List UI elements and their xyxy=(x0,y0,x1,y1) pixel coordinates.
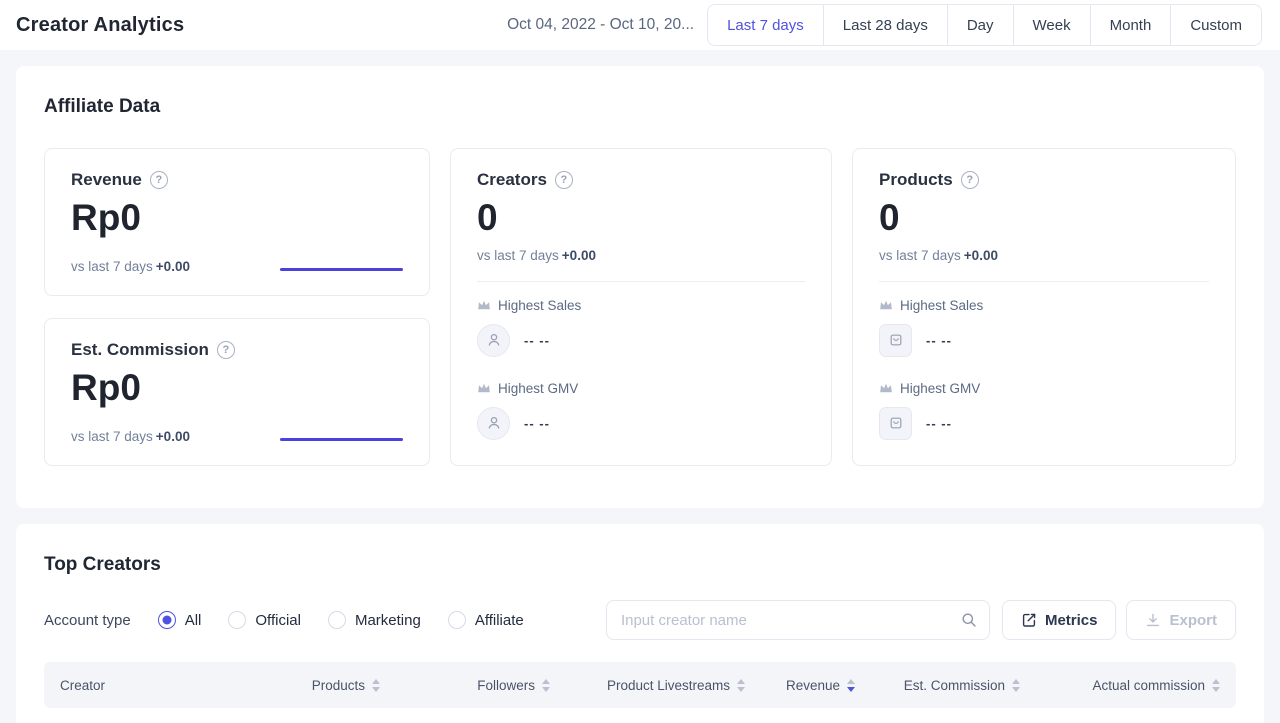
column-header-actual-commission[interactable]: Actual commission xyxy=(1036,678,1236,693)
highest-gmv-value: -- -- xyxy=(926,416,952,431)
top-creators-title: Top Creators xyxy=(44,554,1236,576)
divider xyxy=(477,281,805,282)
creators-value: 0 xyxy=(477,198,805,239)
product-thumbnail xyxy=(879,324,912,357)
download-icon xyxy=(1145,612,1161,628)
highest-sales-value: -- -- xyxy=(524,333,550,348)
account-type-official[interactable]: Official xyxy=(228,611,301,629)
search-icon xyxy=(961,612,977,628)
date-range[interactable]: Oct 04, 2022 - Oct 10, 20... xyxy=(507,16,694,34)
revenue-compare: vs last 7 days+0.00 xyxy=(71,259,190,274)
help-icon[interactable]: ? xyxy=(961,171,979,189)
left-card-column: Revenue ? Rp0 vs last 7 days+0.00 Est. C… xyxy=(44,148,430,466)
revenue-card: Revenue ? Rp0 vs last 7 days+0.00 xyxy=(44,148,430,296)
top-creators-panel: Top Creators Account type All Official M… xyxy=(16,524,1264,723)
highest-sales-value: -- -- xyxy=(926,333,952,348)
person-icon xyxy=(486,332,502,348)
account-type-marketing[interactable]: Marketing xyxy=(328,611,421,629)
divider xyxy=(879,281,1209,282)
sort-icon-active-desc[interactable] xyxy=(847,679,855,692)
creators-card-title: Creators xyxy=(477,170,547,190)
person-icon xyxy=(486,415,502,431)
radio-button[interactable] xyxy=(158,611,176,629)
crown-icon xyxy=(477,299,491,311)
affiliate-cards: Revenue ? Rp0 vs last 7 days+0.00 Est. C… xyxy=(44,148,1236,466)
sort-icon[interactable] xyxy=(372,679,380,692)
highest-sales-row: -- -- xyxy=(879,324,1209,357)
highest-gmv-label-row: Highest GMV xyxy=(879,381,1209,396)
period-month[interactable]: Month xyxy=(1090,5,1171,45)
revenue-sparkline xyxy=(280,268,403,271)
help-icon[interactable]: ? xyxy=(555,171,573,189)
help-icon[interactable]: ? xyxy=(217,341,235,359)
products-card-title: Products xyxy=(879,170,953,190)
period-last-28-days[interactable]: Last 28 days xyxy=(823,5,947,45)
highest-gmv-row: -- -- xyxy=(477,407,805,440)
products-value: 0 xyxy=(879,198,1209,239)
creator-avatar xyxy=(477,324,510,357)
account-type-affiliate[interactable]: Affiliate xyxy=(448,611,524,629)
highest-gmv-value: -- -- xyxy=(524,416,550,431)
shopping-bag-icon xyxy=(888,332,904,348)
column-header-product-livestreams[interactable]: Product Livestreams xyxy=(566,678,761,693)
est-commission-sparkline xyxy=(280,438,403,441)
account-type-all[interactable]: All xyxy=(158,611,202,629)
sort-icon[interactable] xyxy=(737,679,745,692)
search-input[interactable] xyxy=(606,600,990,640)
radio-button[interactable] xyxy=(228,611,246,629)
affiliate-data-panel: Affiliate Data Revenue ? Rp0 vs last 7 d… xyxy=(16,66,1264,508)
top-creators-controls: Account type All Official Marketing Affi… xyxy=(44,600,1236,640)
period-day[interactable]: Day xyxy=(947,5,1013,45)
creators-compare: vs last 7 days+0.00 xyxy=(477,248,805,263)
sort-icon[interactable] xyxy=(1212,679,1220,692)
affiliate-data-title: Affiliate Data xyxy=(44,96,1236,118)
period-selector: Last 7 days Last 28 days Day Week Month … xyxy=(707,4,1262,46)
edit-metrics-icon xyxy=(1021,612,1037,628)
sort-icon[interactable] xyxy=(542,679,550,692)
highest-sales-row: -- -- xyxy=(477,324,805,357)
column-header-products[interactable]: Products xyxy=(226,678,396,693)
crown-icon xyxy=(879,299,893,311)
column-header-creator: Creator xyxy=(44,678,226,693)
est-commission-compare: vs last 7 days+0.00 xyxy=(71,429,190,444)
column-header-followers[interactable]: Followers xyxy=(396,678,566,693)
account-type-label: Account type xyxy=(44,612,131,629)
creator-avatar xyxy=(477,407,510,440)
main-content: Affiliate Data Revenue ? Rp0 vs last 7 d… xyxy=(0,66,1280,723)
creators-table-header: Creator Products Followers Product Lives… xyxy=(44,662,1236,708)
est-commission-card-title: Est. Commission xyxy=(71,340,209,360)
highest-sales-label-row: Highest Sales xyxy=(879,298,1209,313)
crown-icon xyxy=(879,382,893,394)
period-custom[interactable]: Custom xyxy=(1170,5,1261,45)
sort-icon[interactable] xyxy=(1012,679,1020,692)
page-title: Creator Analytics xyxy=(16,14,184,37)
revenue-card-title: Revenue xyxy=(71,170,142,190)
period-last-7-days[interactable]: Last 7 days xyxy=(708,5,823,45)
period-week[interactable]: Week xyxy=(1013,5,1090,45)
est-commission-card: Est. Commission ? Rp0 vs last 7 days+0.0… xyxy=(44,318,430,466)
top-bar: Creator Analytics Oct 04, 2022 - Oct 10,… xyxy=(0,0,1280,50)
column-header-revenue[interactable]: Revenue xyxy=(761,678,871,693)
est-commission-value: Rp0 xyxy=(71,368,403,409)
products-card: Products ? 0 vs last 7 days+0.00 Highest… xyxy=(852,148,1236,466)
product-thumbnail xyxy=(879,407,912,440)
creators-card: Creators ? 0 vs last 7 days+0.00 Highest… xyxy=(450,148,832,466)
creator-search xyxy=(606,600,990,640)
help-icon[interactable]: ? xyxy=(150,171,168,189)
highest-gmv-row: -- -- xyxy=(879,407,1209,440)
column-header-est-commission[interactable]: Est. Commission xyxy=(871,678,1036,693)
crown-icon xyxy=(477,382,491,394)
shopping-bag-icon xyxy=(888,415,904,431)
products-compare: vs last 7 days+0.00 xyxy=(879,248,1209,263)
metrics-button[interactable]: Metrics xyxy=(1002,600,1117,640)
highest-sales-label-row: Highest Sales xyxy=(477,298,805,313)
export-button[interactable]: Export xyxy=(1126,600,1236,640)
radio-button[interactable] xyxy=(328,611,346,629)
highest-gmv-label-row: Highest GMV xyxy=(477,381,805,396)
revenue-value: Rp0 xyxy=(71,198,403,239)
radio-button[interactable] xyxy=(448,611,466,629)
